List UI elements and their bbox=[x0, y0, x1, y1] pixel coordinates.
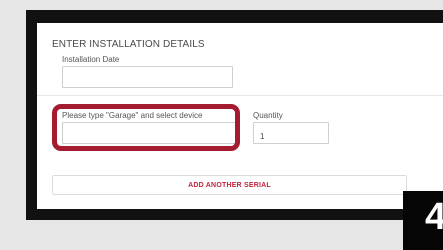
section-divider bbox=[37, 95, 443, 96]
quantity-value: 1 bbox=[260, 132, 265, 141]
quantity-label: Quantity bbox=[253, 111, 283, 120]
installation-date-label: Installation Date bbox=[62, 55, 120, 64]
add-another-serial-button[interactable]: ADD ANOTHER SERIAL bbox=[52, 175, 407, 195]
quantity-input[interactable]: 1 bbox=[253, 122, 329, 144]
installation-date-input[interactable] bbox=[62, 66, 233, 88]
step-number: 4 bbox=[425, 196, 443, 238]
section-title: ENTER INSTALLATION DETAILS bbox=[52, 39, 205, 50]
step-number-badge: 4 bbox=[403, 191, 443, 250]
installation-form-panel: ENTER INSTALLATION DETAILS Installation … bbox=[37, 23, 443, 209]
device-search-highlight bbox=[52, 104, 240, 151]
